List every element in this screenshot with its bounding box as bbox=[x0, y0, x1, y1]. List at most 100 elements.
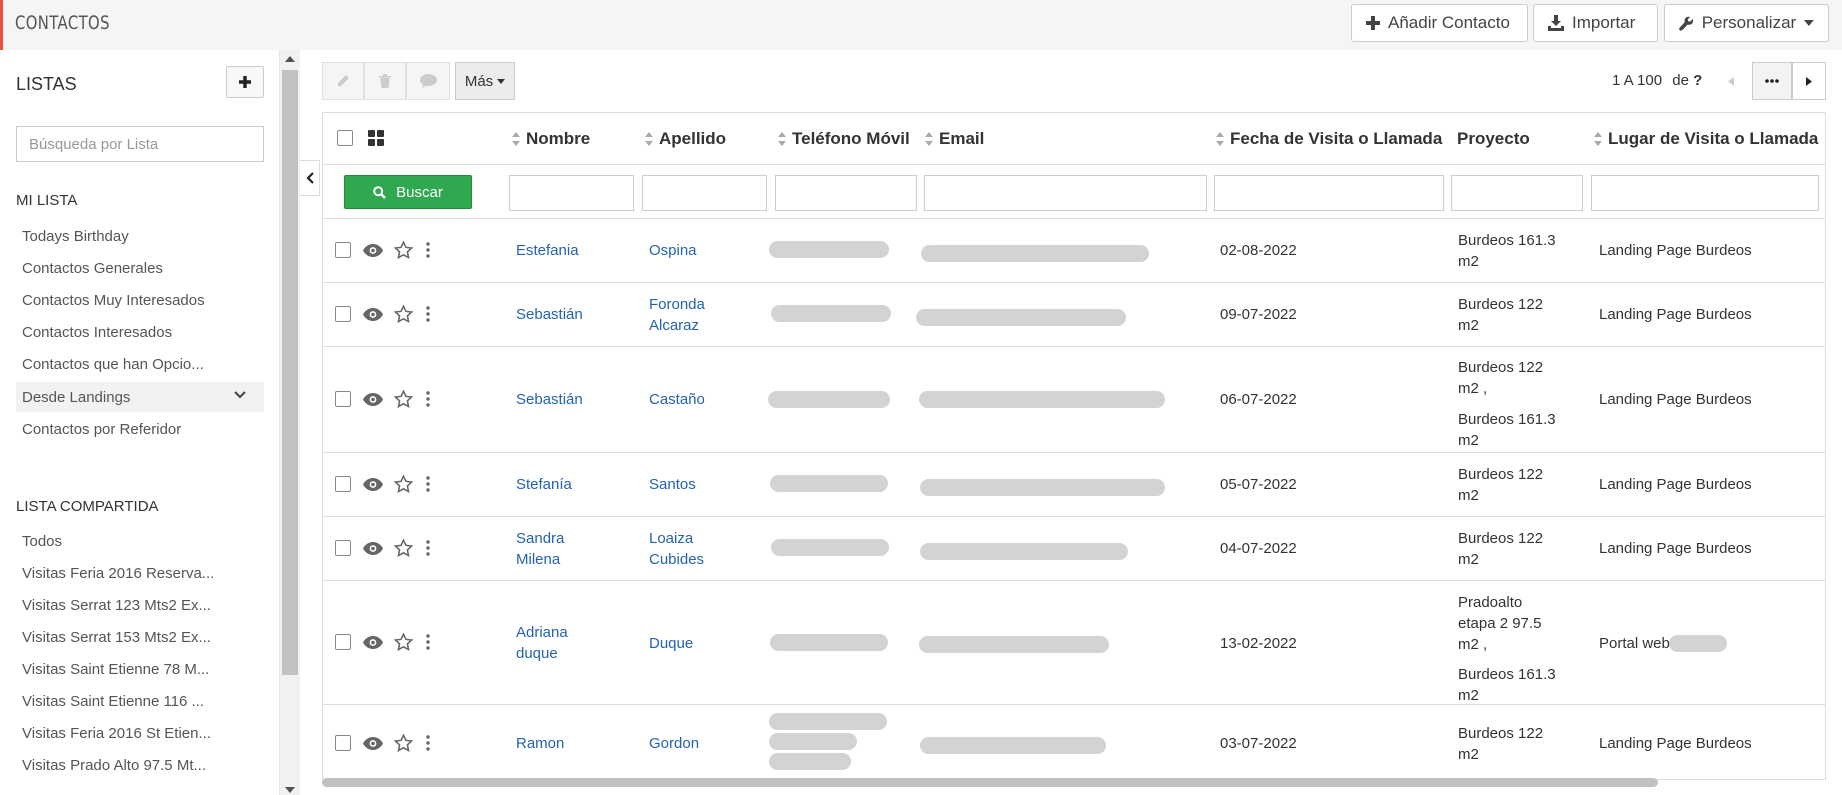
sidebar-item-shared[interactable]: Visitas Saint Etienne 78 M... bbox=[16, 654, 264, 684]
sidebar-item-shared[interactable]: Visitas Prado Alto 97.5 Mt... bbox=[16, 750, 264, 780]
column-telefono-movil[interactable]: Teléfono Móvil bbox=[778, 129, 910, 149]
star-icon[interactable] bbox=[394, 633, 413, 651]
table-row[interactable]: Estefania Ospina 02-08-2022 Burdeos 161.… bbox=[323, 219, 1825, 283]
sidebar-scrollbar[interactable] bbox=[280, 50, 300, 795]
select-all-checkbox[interactable] bbox=[337, 130, 353, 146]
edit-button[interactable] bbox=[322, 62, 364, 100]
kebab-icon[interactable] bbox=[426, 242, 430, 258]
ellipsis-button[interactable] bbox=[1752, 62, 1792, 100]
eye-icon[interactable] bbox=[363, 636, 383, 649]
eye-icon[interactable] bbox=[363, 542, 383, 555]
kebab-icon[interactable] bbox=[426, 391, 430, 407]
star-icon[interactable] bbox=[394, 390, 413, 408]
cell-nombre[interactable]: Stefanía bbox=[516, 474, 626, 495]
comment-button[interactable] bbox=[406, 62, 450, 100]
add-list-button[interactable] bbox=[226, 66, 264, 98]
filter-apellido-input[interactable] bbox=[642, 175, 767, 211]
table-row[interactable]: Sebastián Castaño 06-07-2022 Burdeos 122… bbox=[323, 347, 1825, 453]
table-row[interactable]: Sebastián Foronda Alcaraz 09-07-2022 Bur… bbox=[323, 283, 1825, 347]
kebab-icon[interactable] bbox=[426, 306, 430, 322]
search-button[interactable]: Buscar bbox=[344, 175, 472, 209]
eye-icon[interactable] bbox=[363, 478, 383, 491]
scrollbar-thumb[interactable] bbox=[322, 778, 1658, 787]
filter-nombre-input[interactable] bbox=[509, 175, 634, 211]
filter-proyecto-input[interactable] bbox=[1451, 175, 1583, 211]
filter-fecha-input[interactable] bbox=[1214, 175, 1444, 211]
star-icon[interactable] bbox=[394, 241, 413, 259]
star-icon[interactable] bbox=[394, 734, 413, 752]
chevron-down-icon[interactable] bbox=[234, 391, 246, 399]
row-checkbox[interactable] bbox=[335, 242, 351, 258]
table-row[interactable]: Ramon Gordon 03-07-2022 Burdeos 122 m2 L… bbox=[323, 705, 1825, 779]
filter-telefono-input[interactable] bbox=[775, 175, 917, 211]
sidebar-item-contactos-muy-interesados[interactable]: Contactos Muy Interesados bbox=[16, 285, 264, 315]
customize-button[interactable]: Personalizar bbox=[1664, 4, 1829, 42]
table-horizontal-scrollbar[interactable] bbox=[322, 775, 1826, 787]
star-icon[interactable] bbox=[394, 475, 413, 493]
cell-nombre[interactable]: Sebastián bbox=[516, 304, 626, 325]
import-button[interactable]: Importar bbox=[1533, 4, 1658, 42]
grid-icon[interactable] bbox=[368, 130, 385, 147]
cell-apellido[interactable]: Foronda Alcaraz bbox=[649, 294, 739, 336]
table-row[interactable]: Sandra Milena Loaiza Cubides 04-07-2022 … bbox=[323, 517, 1825, 581]
delete-button[interactable] bbox=[364, 62, 406, 100]
sidebar-item-shared[interactable]: Visitas Feria 2016 St Etien... bbox=[16, 718, 264, 748]
column-nombre[interactable]: Nombre bbox=[512, 129, 590, 149]
scroll-down-arrow[interactable] bbox=[285, 787, 295, 793]
list-search-input[interactable] bbox=[16, 126, 264, 162]
collapse-sidebar-button[interactable] bbox=[300, 160, 320, 196]
scrollbar-thumb[interactable] bbox=[282, 70, 298, 675]
table-row[interactable]: Adriana duque Duque 13-02-2022 Pradoalto… bbox=[323, 581, 1825, 705]
column-email[interactable]: Email bbox=[925, 129, 984, 149]
sidebar-item-shared[interactable]: Visitas Serrat 123 Mts2 Ex... bbox=[16, 590, 264, 620]
sidebar-item-desde-landings[interactable]: Desde Landings bbox=[16, 382, 264, 412]
cell-apellido[interactable]: Castaño bbox=[649, 389, 759, 410]
row-checkbox[interactable] bbox=[335, 476, 351, 492]
kebab-icon[interactable] bbox=[426, 540, 430, 556]
cell-nombre[interactable]: Sebastián bbox=[516, 389, 626, 410]
cell-apellido[interactable]: Ospina bbox=[649, 240, 759, 261]
column-apellido[interactable]: Apellido bbox=[645, 129, 726, 149]
kebab-icon[interactable] bbox=[426, 634, 430, 650]
cell-nombre[interactable]: Ramon bbox=[516, 733, 626, 754]
next-page-button[interactable] bbox=[1792, 62, 1826, 100]
add-contact-button[interactable]: Añadir Contacto bbox=[1351, 4, 1528, 42]
column-proyecto[interactable]: Proyecto bbox=[1457, 129, 1530, 149]
cell-apellido[interactable]: Santos bbox=[649, 474, 759, 495]
eye-icon[interactable] bbox=[363, 308, 383, 321]
prev-page-button[interactable] bbox=[1713, 62, 1749, 100]
column-lugar-visita[interactable]: Lugar de Visita o Llamada bbox=[1594, 129, 1818, 149]
eye-icon[interactable] bbox=[363, 737, 383, 750]
cell-nombre[interactable]: Estefania bbox=[516, 240, 626, 261]
column-fecha-visita[interactable]: Fecha de Visita o Llamada bbox=[1216, 129, 1442, 149]
sidebar-item-contactos-opcionados[interactable]: Contactos que han Opcio... bbox=[16, 349, 264, 379]
kebab-icon[interactable] bbox=[426, 476, 430, 492]
cell-apellido[interactable]: Gordon bbox=[649, 733, 759, 754]
cell-nombre[interactable]: Sandra Milena bbox=[516, 528, 596, 570]
sidebar-item-contactos-referidor[interactable]: Contactos por Referidor bbox=[16, 414, 264, 444]
scroll-up-arrow[interactable] bbox=[285, 56, 295, 62]
sidebar-item-todos[interactable]: Todos bbox=[16, 526, 264, 556]
sidebar-item-contactos-generales[interactable]: Contactos Generales bbox=[16, 253, 264, 283]
cell-apellido[interactable]: Duque bbox=[649, 633, 759, 654]
row-checkbox[interactable] bbox=[335, 391, 351, 407]
row-checkbox[interactable] bbox=[335, 306, 351, 322]
cell-apellido[interactable]: Loaiza Cubides bbox=[649, 528, 729, 570]
row-checkbox[interactable] bbox=[335, 735, 351, 751]
row-checkbox[interactable] bbox=[335, 540, 351, 556]
more-button[interactable]: Más bbox=[455, 62, 515, 100]
star-icon[interactable] bbox=[394, 539, 413, 557]
sidebar-item-contactos-interesados[interactable]: Contactos Interesados bbox=[16, 317, 264, 347]
cell-nombre[interactable]: Adriana duque bbox=[516, 622, 596, 664]
filter-email-input[interactable] bbox=[924, 175, 1207, 211]
row-checkbox[interactable] bbox=[335, 634, 351, 650]
table-row[interactable]: Stefanía Santos 05-07-2022 Burdeos 122 m… bbox=[323, 453, 1825, 517]
sidebar-item-shared[interactable]: Visitas Serrat 153 Mts2 Ex... bbox=[16, 622, 264, 652]
star-icon[interactable] bbox=[394, 305, 413, 323]
sidebar-item-shared[interactable]: Visitas Saint Etienne 116 ... bbox=[16, 686, 264, 716]
eye-icon[interactable] bbox=[363, 244, 383, 257]
eye-icon[interactable] bbox=[363, 393, 383, 406]
sidebar-item-todays-birthday[interactable]: Todays Birthday bbox=[16, 221, 264, 251]
kebab-icon[interactable] bbox=[426, 735, 430, 751]
filter-lugar-input[interactable] bbox=[1591, 175, 1819, 211]
